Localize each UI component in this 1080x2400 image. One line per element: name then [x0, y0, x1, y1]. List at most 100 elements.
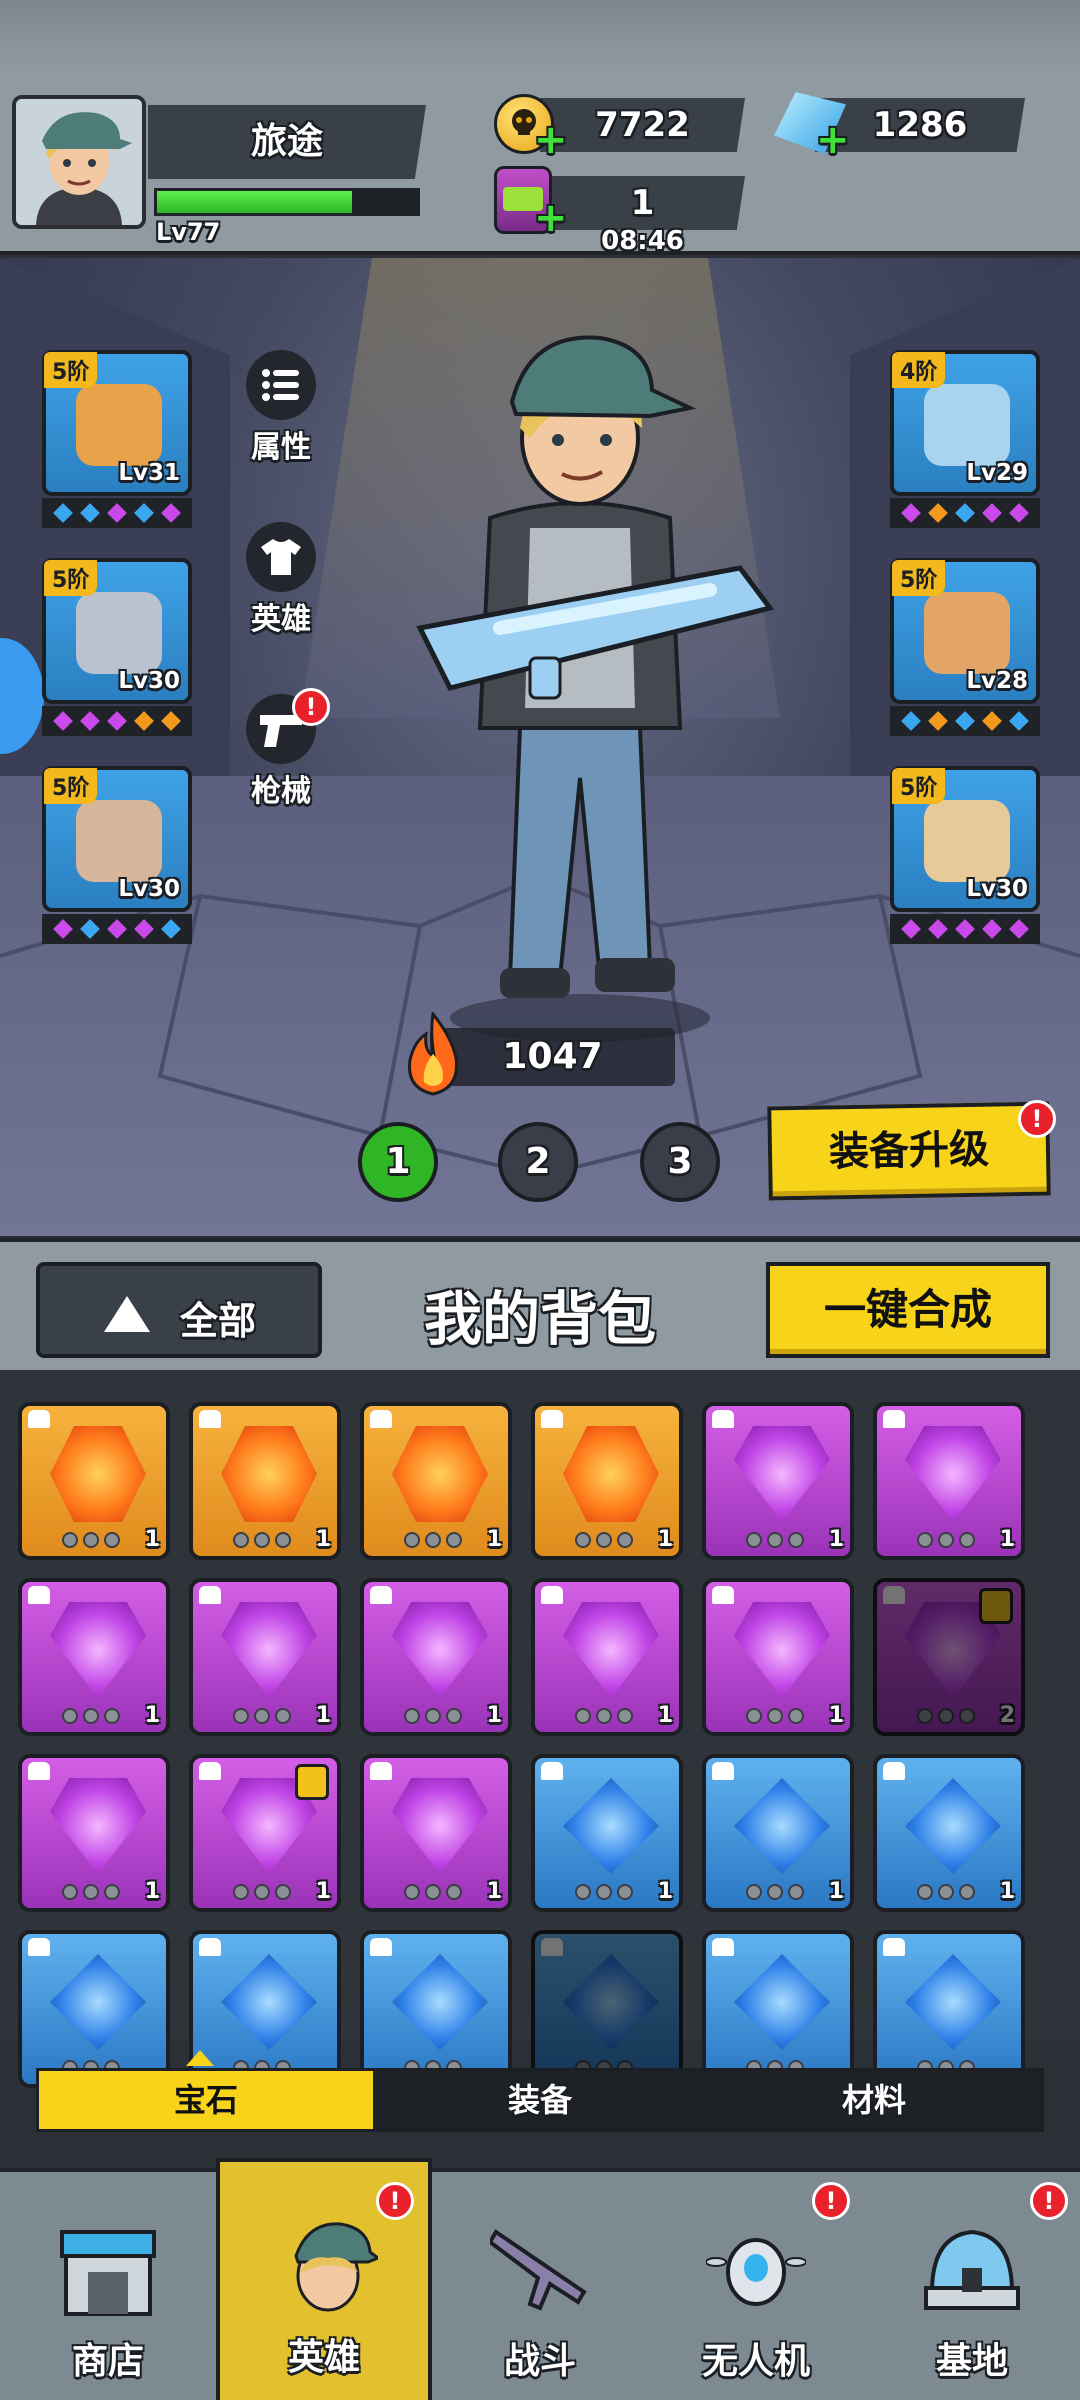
socket-gem-icon [160, 919, 181, 939]
bag-item[interactable]: 1 [531, 1402, 683, 1560]
gear-type-icon [712, 1938, 734, 1956]
upgrade-dots [746, 1884, 804, 1900]
equipment-slot-pants[interactable]: 5阶 Lv28 [890, 558, 1040, 704]
bag-item[interactable]: 1 [360, 1402, 512, 1560]
equipment-slot-gloves[interactable]: 5阶 Lv30 [890, 766, 1040, 912]
purple-gem-icon [563, 1602, 659, 1698]
socket-gem-icon [928, 503, 949, 523]
socket-gem-icon [901, 919, 922, 939]
helmet-icon [76, 384, 162, 466]
notification-badge: ! [812, 2182, 850, 2220]
bag-item[interactable] [360, 1930, 512, 2088]
nav-battle[interactable]: 战斗 [432, 2172, 648, 2400]
orange-gem-icon [50, 1426, 146, 1522]
gear-type-icon [883, 1938, 905, 1956]
hero-label: 英雄 [251, 602, 311, 637]
socket-gem-icon [107, 711, 127, 731]
bag-item[interactable]: 2 [873, 1578, 1025, 1736]
bag-item[interactable] [531, 1930, 683, 2088]
gear-type-icon [541, 1586, 563, 1604]
add-gold-icon[interactable]: + [534, 120, 568, 160]
hero-skin-button[interactable]: 英雄 [226, 522, 336, 638]
gear-type-icon [28, 1762, 50, 1780]
list-icon [246, 350, 316, 420]
socket-gem-icon [53, 919, 74, 939]
upgrade-dots [917, 1708, 975, 1724]
equipment-slot-helmet[interactable]: 5阶 Lv31 [42, 350, 192, 496]
equipment-level: Lv29 [966, 460, 1028, 486]
socket-gem-icon [955, 919, 975, 939]
bag-filter-button[interactable]: 全部 [36, 1262, 322, 1358]
bag-item[interactable]: 1 [360, 1578, 512, 1736]
nav-drone[interactable]: 无人机 ! [648, 2172, 864, 2400]
bag-item[interactable]: 1 [531, 1754, 683, 1912]
loadout-page-2[interactable]: 2 [498, 1122, 578, 1202]
upgrade-dots [575, 1884, 633, 1900]
gear-type-icon [370, 1410, 392, 1428]
equipment-upgrade-button[interactable]: 装备升级 [767, 1101, 1051, 1201]
bag-item[interactable]: 1 [360, 1754, 512, 1912]
bag-item[interactable]: 1 [873, 1754, 1025, 1912]
power-value: 1047 [502, 1036, 603, 1077]
nav-base[interactable]: 基地 ! [864, 2172, 1080, 2400]
bag-item[interactable]: 1 [18, 1402, 170, 1560]
bag-item[interactable]: 1 [18, 1754, 170, 1912]
upgrade-dots [917, 1884, 975, 1900]
triangle-up-icon [104, 1296, 150, 1332]
attributes-button[interactable]: 属性 [226, 350, 336, 466]
auto-merge-button[interactable]: 一键合成 [766, 1262, 1050, 1358]
loadout-page-1[interactable]: 1 [358, 1122, 438, 1202]
equipment-slot-capsule[interactable]: 4阶 Lv29 [890, 350, 1040, 496]
socket-gems-row [42, 498, 192, 528]
hero-icon [294, 2222, 378, 2312]
equipment-slot-boots[interactable]: 5阶 Lv30 [42, 766, 192, 912]
bag-item[interactable] [873, 1930, 1025, 2088]
lock-icon [979, 1588, 1013, 1624]
xp-bar [154, 188, 420, 216]
loadout-page-3[interactable]: 3 [640, 1122, 720, 1202]
tab-gems[interactable]: 宝石 [39, 2071, 373, 2129]
tab-equipment[interactable]: 装备 [373, 2071, 707, 2129]
bag-item[interactable]: 1 [702, 1754, 854, 1912]
tier-badge: 5阶 [44, 560, 98, 596]
socket-gem-icon [901, 711, 922, 731]
tab-materials[interactable]: 材料 [707, 2071, 1041, 2129]
rifle-icon [490, 2229, 587, 2311]
firearms-button[interactable]: 枪械 ! [226, 688, 336, 810]
nav-shop[interactable]: 商店 [0, 2172, 216, 2400]
socket-gem-icon [53, 503, 74, 523]
item-count: 1 [828, 1703, 844, 1728]
bag-item[interactable] [18, 1930, 170, 2088]
game-screen: { "player": {"name": "旅途", "level": "Lv7… [0, 0, 1080, 2400]
socket-gem-icon [955, 503, 975, 523]
fire-icon [407, 1012, 459, 1096]
bag-item[interactable]: 1 [873, 1402, 1025, 1560]
bag-item[interactable]: 1 [189, 1402, 341, 1560]
nav-battle-label: 战斗 [503, 2341, 576, 2382]
bag-title: 我的背包 [423, 1285, 656, 1353]
socket-gem-icon [53, 711, 74, 731]
purple-gem-icon [734, 1602, 830, 1698]
nav-shop-label: 商店 [71, 2341, 144, 2382]
bag-item[interactable]: 1 [702, 1578, 854, 1736]
socket-gem-icon [133, 503, 154, 523]
equipment-slot-armor[interactable]: 5阶 Lv30 [42, 558, 192, 704]
avatar-portrait-icon [16, 99, 142, 225]
bag-item[interactable]: 1 [189, 1754, 341, 1912]
add-gems-icon[interactable]: + [816, 120, 850, 160]
capsule-icon [924, 384, 1010, 466]
player-name-plate: 旅途 [148, 105, 426, 179]
bag-header: 全部 我的背包 一键合成 [0, 1238, 1080, 1370]
bag-item[interactable]: 1 [702, 1402, 854, 1560]
base-icon [924, 2229, 1020, 2310]
nav-hero[interactable]: 英雄 ! [216, 2158, 432, 2400]
bag-item[interactable]: 1 [531, 1578, 683, 1736]
socket-gems-row [42, 706, 192, 736]
bag-item[interactable]: 1 [18, 1578, 170, 1736]
purple-gem-icon [221, 1602, 317, 1698]
notification-badge: ! [1030, 2182, 1068, 2220]
player-avatar[interactable] [12, 95, 146, 229]
bag-item[interactable]: 1 [189, 1578, 341, 1736]
energy-timer: 08:46 [601, 226, 684, 256]
bag-item[interactable] [702, 1930, 854, 2088]
